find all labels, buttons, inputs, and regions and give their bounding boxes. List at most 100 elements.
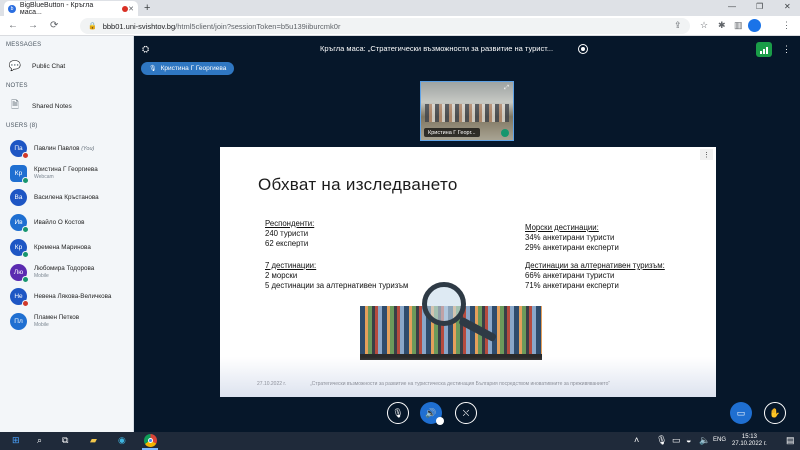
- user-list-item[interactable]: Пл Пламен Петков Mobile: [10, 312, 130, 330]
- maximize-icon[interactable]: ❐: [756, 2, 763, 11]
- sea-count: 2 морски: [265, 271, 298, 280]
- task-view-icon[interactable]: ⧉: [62, 435, 68, 446]
- chrome-icon[interactable]: [144, 434, 157, 447]
- user-list-item[interactable]: Кр Кремена Маринова: [10, 238, 130, 258]
- slide-left-column: Респонденти: 240 туристи 62 експерти 7 д…: [265, 219, 408, 291]
- notifications-icon[interactable]: ▤: [786, 435, 795, 446]
- user-list-item[interactable]: Па Павлин Павлов (You): [10, 140, 130, 159]
- user-name-text: Ивайло О Костов: [34, 219, 85, 227]
- user-status-badge-icon: [22, 226, 29, 234]
- battery-icon[interactable]: ▭: [672, 435, 681, 446]
- meeting-area: ⛭ Кръгла маса: „Стратегически възможност…: [134, 36, 800, 432]
- user-status-badge-icon: [22, 176, 29, 184]
- volume-icon[interactable]: 🔈: [699, 435, 710, 446]
- reading-list-icon[interactable]: ▥: [734, 20, 743, 31]
- user-avatar: Ив: [10, 214, 29, 234]
- user-avatar: Кр: [10, 238, 29, 258]
- user-avatar: Лю: [10, 263, 29, 283]
- avatar-initials: Ив: [14, 219, 23, 227]
- minimize-icon[interactable]: —: [728, 2, 736, 11]
- audio-button[interactable]: 🔊: [420, 402, 444, 425]
- fullscreen-icon[interactable]: ⤢: [504, 85, 509, 92]
- webcam-video[interactable]: ⤢ Кристина Г Георг...: [420, 81, 514, 141]
- user-sub-status: Webcam: [34, 174, 54, 181]
- profile-avatar[interactable]: [748, 19, 761, 32]
- more-icon[interactable]: ⋮: [782, 20, 791, 31]
- user-avatar: Кр: [10, 164, 29, 184]
- edge-icon[interactable]: ◉: [118, 435, 126, 446]
- talking-indicator[interactable]: 🎙 Кристина Г Георгиева: [141, 62, 235, 75]
- close-window-icon[interactable]: ✕: [784, 2, 791, 11]
- mic-icon: 🎙: [149, 66, 157, 72]
- record-button[interactable]: [578, 44, 588, 54]
- user-status-badge-icon: [22, 275, 29, 283]
- camera-button[interactable]: ⛌: [455, 402, 477, 424]
- avatar-initials: Лю: [13, 268, 24, 276]
- reload-icon[interactable]: ⟳: [50, 20, 58, 31]
- show-hidden-icons-icon[interactable]: ˄: [634, 435, 639, 445]
- chat-icon: 💬: [8, 60, 22, 72]
- forward-icon[interactable]: →: [28, 20, 38, 31]
- star-icon[interactable]: ☆: [700, 20, 708, 31]
- webcam-label: Кристина Г Георг...: [424, 128, 480, 137]
- user-status-badge-icon: [22, 250, 29, 258]
- alt-experts: 71% анкетирани експерти: [525, 281, 619, 290]
- clock-time: 15:13: [741, 434, 757, 440]
- shared-notes-item[interactable]: 🗎 Shared Notes: [8, 100, 72, 112]
- user-avatar: Не: [10, 288, 29, 308]
- microphone-tray-icon[interactable]: 🎙: [656, 435, 667, 446]
- tab-close-icon[interactable]: ✕: [128, 5, 134, 13]
- browser-tab-strip: b BigBlueButton - Кръгла маса... ✕ + — ❐…: [0, 0, 800, 16]
- meeting-title: Кръгла маса: „Стратегически възможности …: [320, 44, 554, 53]
- user-name: Павлин Павлов (You): [34, 145, 94, 152]
- extensions-icon[interactable]: ✱: [718, 20, 726, 31]
- user-status-badge-icon: [22, 300, 29, 308]
- user-list-item[interactable]: Кр Кристина Г Георгиева Webcam: [10, 164, 130, 184]
- user-avatar: Ва: [10, 189, 27, 207]
- hand-icon: ✋: [769, 407, 781, 418]
- user-list-item[interactable]: Ив Ивайло О Костов: [10, 214, 130, 234]
- avatar-initials: Па: [14, 145, 23, 152]
- bbb-favicon-icon: b: [8, 4, 16, 13]
- avatar-initials: Кр: [14, 243, 23, 251]
- network-icon[interactable]: ◒: [686, 435, 691, 445]
- browser-tab[interactable]: b BigBlueButton - Кръгла маса... ✕: [4, 1, 138, 16]
- user-name: Пламен Петков: [34, 314, 79, 321]
- windows-start-icon[interactable]: ⊞: [12, 435, 20, 446]
- webcam-scene: [425, 104, 509, 122]
- lock-icon: 🔒: [88, 23, 97, 30]
- windows-taskbar: ⊞ ⌕ ⧉ ▰ ◉ ˄ 🎙 ▭ ◒ 🔈 ENG 15:13 27.10.2022…: [0, 432, 800, 450]
- user-list-item[interactable]: Не Невена Лякова-Величкова: [10, 288, 130, 308]
- raise-hand-button[interactable]: ✋: [764, 402, 786, 424]
- user-name: Любомира Тодорова: [34, 265, 94, 272]
- new-tab-button[interactable]: +: [144, 2, 150, 14]
- slide-options-button[interactable]: ⋮: [700, 149, 713, 160]
- connection-status-button[interactable]: [756, 42, 772, 57]
- speaker-icon: 🔊: [425, 407, 437, 418]
- user-list-item[interactable]: Лю Любомира Тодорова Mobile: [10, 263, 130, 283]
- options-menu-icon[interactable]: ⋮: [782, 44, 791, 55]
- present-button[interactable]: ▭: [730, 402, 752, 424]
- user-name-text: Василена Кръстанова: [34, 194, 99, 202]
- public-chat-item[interactable]: 💬 Public Chat: [8, 60, 65, 72]
- audio-settings-dot[interactable]: [436, 417, 444, 425]
- public-chat-label: Public Chat: [32, 62, 66, 70]
- back-icon[interactable]: ←: [8, 20, 18, 31]
- mute-button[interactable]: 🎙: [387, 402, 409, 424]
- language-indicator[interactable]: ENG: [713, 437, 726, 443]
- tourists-count: 240 туристи: [265, 229, 309, 238]
- user-sub-status: Mobile: [34, 322, 49, 329]
- url-field[interactable]: 🔒 bbb01.uni-svishtov.bg/html5client/join…: [80, 18, 690, 34]
- user-name-text: Кремена Маринова: [34, 243, 91, 251]
- notes-icon: 🗎: [10, 99, 20, 111]
- search-icon[interactable]: ⌕: [37, 435, 42, 446]
- user-name: Кремена Маринова: [34, 244, 91, 251]
- notes-title: NOTES: [6, 83, 28, 89]
- user-list-item[interactable]: Ва Василена Кръстанова: [10, 189, 130, 207]
- avatar-initials: Кр: [14, 169, 23, 177]
- file-explorer-icon[interactable]: ▰: [90, 435, 97, 446]
- shared-notes-label: Shared Notes: [32, 102, 72, 110]
- clock[interactable]: 15:13 27.10.2022 г.: [732, 434, 767, 448]
- toggle-userlist-icon[interactable]: ⛭: [142, 44, 149, 55]
- share-icon[interactable]: ⇪: [674, 20, 682, 31]
